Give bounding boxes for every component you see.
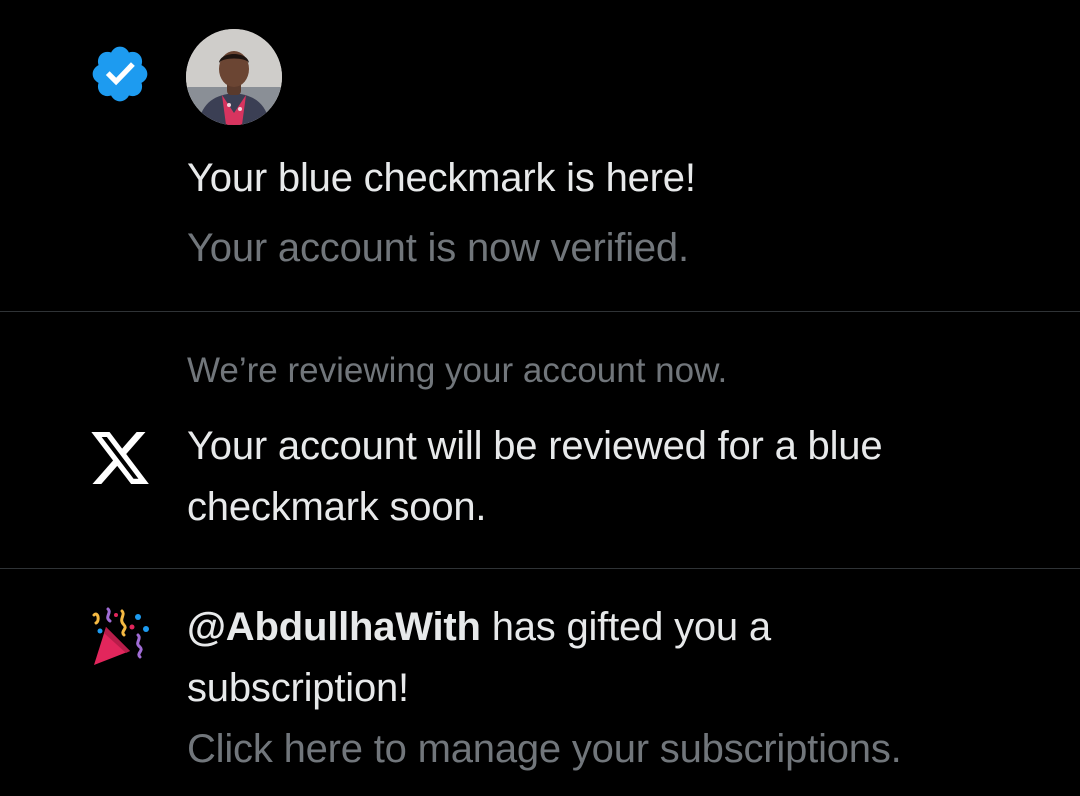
- notification-verified[interactable]: Your blue checkmark is here! Your accoun…: [0, 0, 1080, 311]
- notification-title: Your blue checkmark is here!: [187, 156, 696, 200]
- avatar[interactable]: [186, 29, 282, 125]
- notification-header: We’re reviewing your account now.: [187, 351, 728, 390]
- notification-body: Your account will be reviewed for a blue…: [187, 424, 883, 529]
- manage-subscriptions-link[interactable]: Click here to manage your subscriptions.: [187, 719, 1040, 780]
- notification-gift[interactable]: @AbdullhaWith has gifted you a subscript…: [0, 569, 1080, 796]
- notification-review[interactable]: We’re reviewing your account now. Your a…: [0, 312, 1080, 568]
- party-popper-icon: [88, 605, 152, 669]
- x-logo-icon: [88, 426, 152, 490]
- notification-subtitle: Your account is now verified.: [187, 226, 689, 270]
- gifter-handle-link[interactable]: @AbdullhaWith: [187, 605, 481, 649]
- avatar-image: [186, 29, 282, 125]
- notification-body: @AbdullhaWith has gifted you a subscript…: [187, 597, 907, 719]
- verified-badge-icon: [88, 42, 152, 106]
